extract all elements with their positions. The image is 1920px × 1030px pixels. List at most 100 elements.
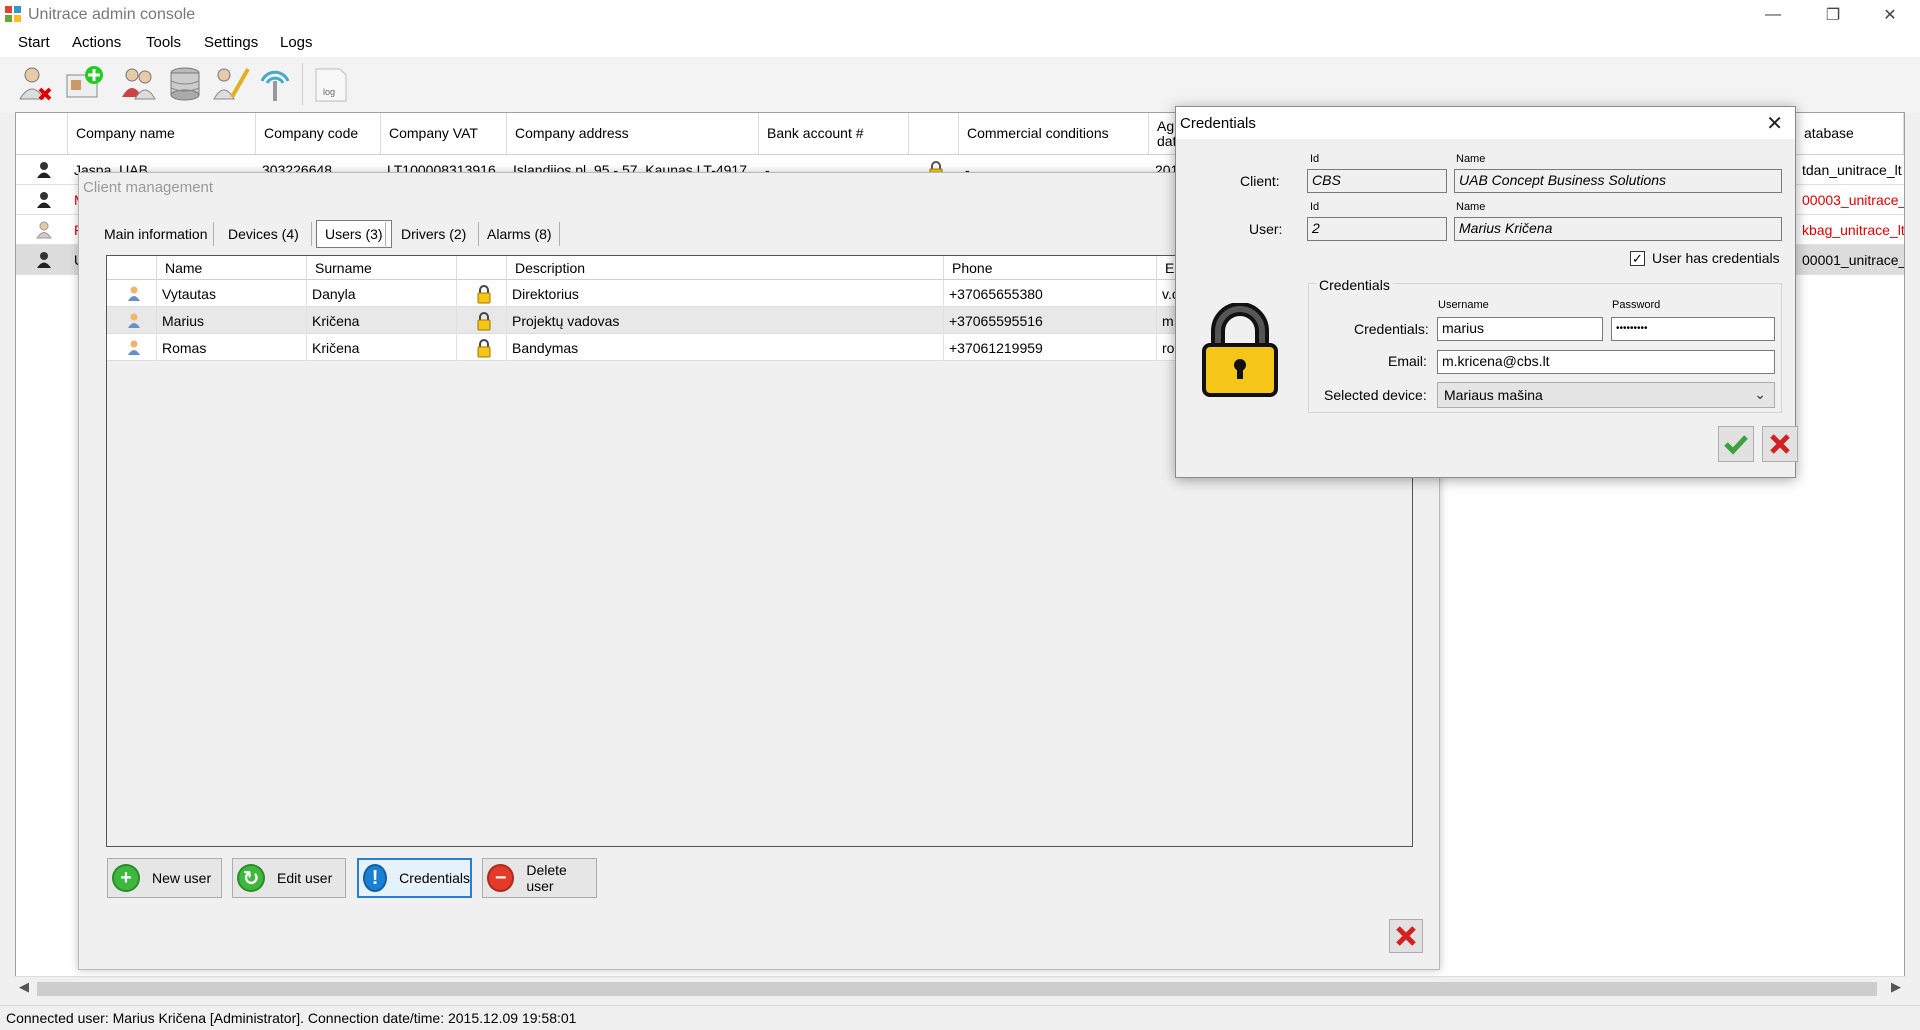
user-label: User: [1249, 221, 1283, 237]
tab-users[interactable]: Users (3) [316, 220, 392, 248]
edit-user-tool-button[interactable] [210, 63, 252, 105]
cell-user-surname: Kričena [307, 334, 457, 361]
users-header-name[interactable]: Name [157, 256, 307, 280]
credentials-group-label: Credentials [1316, 277, 1393, 293]
cell-user-surname: Danyla [307, 280, 457, 307]
menu-actions[interactable]: Actions [72, 34, 121, 51]
user-dark-icon [30, 245, 52, 275]
credentials-button[interactable]: ! Credentials [357, 858, 472, 898]
tab-separator [385, 222, 386, 246]
scroll-right-icon[interactable]: ▶ [1891, 979, 1901, 995]
checkmark-icon [1724, 435, 1748, 455]
minimize-button[interactable]: — [1745, 0, 1801, 29]
close-x-icon [1396, 926, 1416, 946]
log-button[interactable]: log [310, 63, 352, 105]
scrollbar-thumb[interactable] [37, 982, 1877, 996]
antenna-button[interactable] [254, 63, 296, 105]
menu-tools[interactable]: Tools [146, 34, 181, 51]
tab-devices[interactable]: Devices (4) [218, 220, 309, 248]
client-name-field: UAB Concept Business Solutions [1454, 169, 1782, 193]
username-label: Username [1438, 299, 1489, 311]
grid-header-bank-account[interactable]: Bank account # [759, 113, 909, 155]
user-icon [107, 334, 157, 361]
edit-pen-icon [213, 68, 250, 100]
users-header-phone[interactable]: Phone [944, 256, 1157, 280]
cell-user-name: Marius [157, 307, 307, 334]
users-header-lock[interactable] [457, 256, 507, 280]
cell-database: 00003_unitrace_lt [1802, 192, 1904, 208]
delete-user-button[interactable]: − Delete user [482, 858, 597, 898]
minus-icon: − [487, 864, 515, 892]
tab-main-information[interactable]: Main information [94, 220, 218, 248]
new-user-button[interactable]: + New user [107, 858, 222, 898]
chevron-down-icon: ⌄ [1754, 386, 1766, 402]
email-input[interactable]: m.kricena@cbs.lt [1437, 350, 1775, 374]
credentials-label: Credentials: [1354, 321, 1429, 337]
users-header-surname[interactable]: Surname [307, 256, 457, 280]
user-has-credentials-label[interactable]: User has credentials [1652, 250, 1780, 266]
close-client-dialog-button[interactable] [1389, 919, 1423, 953]
users-button[interactable] [118, 63, 160, 105]
users-header-icon [107, 256, 157, 280]
close-window-button[interactable]: ✕ [1862, 0, 1918, 29]
client-id-field: CBS [1307, 169, 1447, 193]
database-icon [170, 67, 200, 101]
username-input[interactable]: marius [1437, 317, 1603, 341]
horizontal-scrollbar[interactable]: ◀ ▶ [15, 976, 1905, 1000]
lock-icon [457, 307, 507, 334]
cell-user-description: Direktorius [507, 280, 944, 307]
restore-icon: ❐ [1825, 6, 1841, 24]
client-dialog-title: Client management [83, 179, 214, 196]
grid-header-company-code[interactable]: Company code [256, 113, 381, 155]
grid-header-company-vat[interactable]: Company VAT [381, 113, 507, 155]
user-light-icon [30, 215, 52, 245]
password-input[interactable]: ••••••••• [1611, 317, 1775, 341]
app-icon [5, 6, 21, 22]
user-id-label: Id [1310, 201, 1320, 213]
antenna-icon [260, 70, 290, 101]
tab-alarms[interactable]: Alarms (8) [477, 220, 562, 248]
edit-user-button[interactable]: ↻ Edit user [232, 858, 346, 898]
check-icon: ✓ [1632, 251, 1643, 266]
log-label: log [323, 87, 336, 97]
menu-start[interactable]: Start [18, 34, 50, 51]
menu-settings[interactable]: Settings [204, 34, 258, 51]
cell-user-name: Vytautas [157, 280, 307, 307]
user-dark-icon [30, 155, 52, 185]
cancel-button[interactable] [1762, 426, 1798, 462]
tab-separator [559, 222, 560, 246]
grid-header-company-name[interactable]: Company name [68, 113, 256, 155]
add-client-button[interactable] [64, 63, 106, 105]
padlock-icon [1202, 303, 1278, 397]
grid-header-lock[interactable] [909, 113, 959, 155]
selected-device-label: Selected device: [1324, 387, 1427, 403]
user-dark-icon [30, 185, 52, 215]
restore-button[interactable]: ❐ [1805, 0, 1861, 29]
cell-user-description: Projektų vadovas [507, 307, 944, 334]
selected-device-dropdown[interactable]: Mariaus mašina ⌄ [1437, 382, 1775, 408]
cell-user-surname: Kričena [307, 307, 457, 334]
users-header-description[interactable]: Description [507, 256, 944, 280]
confirm-button[interactable] [1718, 426, 1754, 462]
cell-user-phone: +37065595516 [944, 307, 1157, 334]
plus-icon: + [112, 864, 140, 892]
cell-database: tdan_unitrace_lt [1802, 162, 1902, 178]
info-icon: ! [363, 864, 388, 892]
menu-logs[interactable]: Logs [280, 34, 313, 51]
tab-drivers[interactable]: Drivers (2) [391, 220, 476, 248]
grid-header-database[interactable]: atabase [1796, 113, 1904, 155]
scroll-left-icon[interactable]: ◀ [19, 979, 29, 995]
credentials-label: Credentials [399, 870, 470, 886]
user-icon [107, 280, 157, 307]
user-has-credentials-checkbox[interactable]: ✓ [1630, 251, 1645, 266]
remove-user-button[interactable] [14, 63, 56, 105]
grid-header-commercial-conditions[interactable]: Commercial conditions [959, 113, 1149, 155]
selected-device-value: Mariaus mašina [1444, 387, 1543, 403]
minimize-icon: — [1765, 5, 1781, 23]
close-icon[interactable]: ✕ [1766, 111, 1783, 136]
credentials-dialog-title: Credentials [1180, 115, 1256, 132]
close-x-icon [1770, 434, 1790, 454]
database-button[interactable] [164, 63, 206, 105]
cell-database: kbag_unitrace_lt [1802, 222, 1904, 238]
grid-header-company-address[interactable]: Company address [507, 113, 759, 155]
